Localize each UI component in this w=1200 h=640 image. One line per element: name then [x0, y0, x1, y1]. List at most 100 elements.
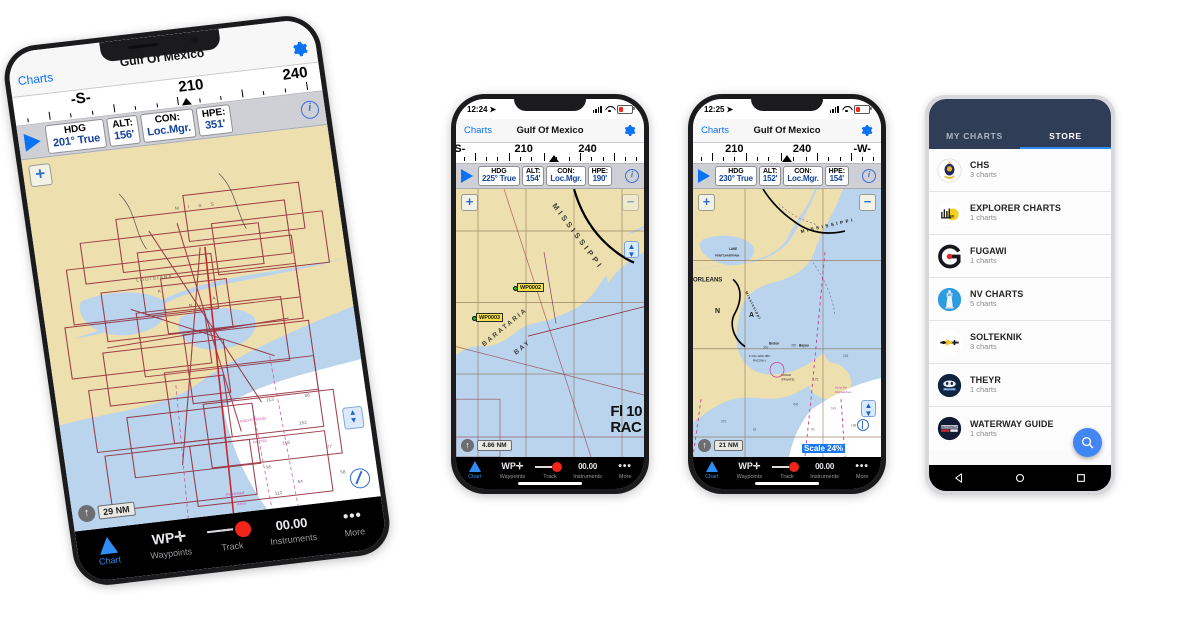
- zoom-out-button[interactable]: −: [622, 194, 639, 211]
- list-item[interactable]: ex EXPLORER CHARTS 1 charts: [929, 192, 1111, 235]
- list-item[interactable]: SOLTEKNIK 3 charts: [929, 321, 1111, 364]
- chart-map-catalog[interactable]: ANA L O U I S I A N A M I S S 113 152 118 …: [21, 124, 381, 532]
- svg-text:theyr.com: theyr.com: [944, 388, 955, 391]
- hpe-readout[interactable]: HPE: 154': [824, 166, 849, 186]
- hdg-readout[interactable]: HDG 230° True: [715, 166, 757, 186]
- instruments-value: 00.00: [578, 462, 598, 471]
- alt-value: 154': [525, 174, 541, 184]
- chart-count: 1 charts: [970, 213, 997, 223]
- triangle-boat-icon: [693, 460, 731, 473]
- list-item[interactable]: CHS 3 charts: [929, 149, 1111, 192]
- tab-track[interactable]: Track: [531, 460, 569, 480]
- chart-name: WATERWAY GUIDE: [970, 418, 1054, 429]
- con-value: Loc.Mgr.: [787, 174, 819, 184]
- pan-updown-control[interactable]: ▲ ▼: [341, 405, 365, 430]
- compass-ruler[interactable]: S- 210 240: [456, 143, 644, 164]
- tab-track[interactable]: Track: [198, 517, 264, 555]
- svg-text:108: 108: [851, 423, 856, 427]
- svg-text:N: N: [715, 307, 720, 315]
- north-arrow-icon[interactable]: ↑: [461, 439, 474, 452]
- tab-instruments[interactable]: 00.00 Instruments: [806, 460, 844, 480]
- svg-text:359: 359: [763, 346, 768, 350]
- chart-store-list[interactable]: CHS 3 charts ex EXPLORER CHARTS 1 charts…: [929, 149, 1111, 465]
- list-item[interactable]: NV CHARTS 5 charts: [929, 278, 1111, 321]
- pan-updown-control[interactable]: ▲ ▼: [861, 400, 876, 418]
- tab-instruments-label: Instruments: [810, 474, 839, 480]
- waypoint-plus-icon: WP✛: [501, 461, 524, 471]
- alt-readout[interactable]: ALT: 154': [521, 166, 545, 186]
- zoom-out-button[interactable]: −: [859, 194, 876, 211]
- tab-instruments[interactable]: 00.00 Instruments: [259, 510, 325, 548]
- status-time: 12:24: [467, 104, 488, 114]
- north-arrow-icon[interactable]: ↑: [698, 439, 711, 452]
- back-triangle-icon[interactable]: [954, 473, 965, 484]
- home-circle-icon[interactable]: [1014, 473, 1025, 484]
- play-button[interactable]: [23, 131, 42, 152]
- tab-waypoints[interactable]: WP✛ Waypoints: [137, 524, 203, 562]
- scale-value: 4.86 NM: [477, 440, 512, 451]
- tab-instruments[interactable]: 00.00 Instruments: [569, 460, 607, 480]
- north-arrow-icon[interactable]: ↑: [77, 504, 97, 523]
- svg-text:152: 152: [299, 420, 308, 426]
- zoom-in-button[interactable]: +: [461, 194, 478, 211]
- list-item[interactable]: theyr.com THEYR 1 charts: [929, 364, 1111, 407]
- cellular-icon: [829, 105, 839, 113]
- hdg-readout[interactable]: HDG 225° True: [478, 166, 520, 186]
- tab-more[interactable]: ••• More: [606, 460, 644, 480]
- chart-map-waypoints[interactable]: MISSISSIPPI BARATARIA BAY + − ▲ ▼ WP0002 …: [456, 189, 644, 457]
- alt-readout[interactable]: ALT: 156': [106, 115, 141, 147]
- alt-readout[interactable]: ALT: 152': [758, 166, 782, 186]
- tab-track-label: Track: [780, 474, 794, 480]
- con-readout[interactable]: CON: Loc.Mgr.: [783, 166, 823, 186]
- con-readout[interactable]: CON: Loc.Mgr.: [139, 108, 198, 143]
- charts-back-button[interactable]: Charts: [701, 125, 729, 136]
- tab-more[interactable]: ••• More: [321, 503, 387, 541]
- charts-back-button[interactable]: Charts: [464, 125, 492, 136]
- play-button[interactable]: [461, 169, 473, 183]
- waypoint-label[interactable]: WP0002: [517, 283, 545, 292]
- list-item[interactable]: FUGAWI 1 charts: [929, 235, 1111, 278]
- heading-marker-icon: [548, 155, 559, 162]
- info-icon[interactable]: i: [625, 169, 639, 183]
- phone-android-store: MY CHARTS STORE CHS 3 charts ex EXPLORER…: [925, 95, 1115, 495]
- tab-more[interactable]: ••• More: [843, 460, 881, 480]
- tab-chart-label: Chart: [705, 474, 719, 480]
- tab-track[interactable]: Track: [768, 460, 806, 480]
- compass-ruler[interactable]: 210 240 -W-: [693, 143, 881, 164]
- tab-chart[interactable]: Chart: [76, 531, 142, 569]
- alt-value: 156': [113, 128, 136, 143]
- tab-chart[interactable]: Chart: [693, 460, 731, 480]
- tab-store[interactable]: STORE: [1020, 123, 1111, 149]
- info-icon[interactable]: i: [299, 99, 321, 120]
- pan-updown-control[interactable]: ▲ ▼: [624, 241, 639, 259]
- svg-text:175: 175: [813, 377, 818, 381]
- hpe-readout[interactable]: HPE: 190': [587, 166, 612, 186]
- chart-map-scale[interactable]: MISSISSIPPI ORLEANS NA Mississippi LAKE P…: [693, 189, 881, 457]
- chart-count: 1 charts: [970, 256, 997, 266]
- hdg-readout[interactable]: HDG 201° True: [44, 119, 108, 154]
- tab-waypoints[interactable]: WP✛ Waypoints: [731, 460, 769, 480]
- tab-waypoints[interactable]: WP✛ Waypoints: [494, 460, 532, 480]
- svg-text:Bayou: Bayou: [799, 344, 809, 348]
- waypoint-label[interactable]: WP0003: [476, 313, 504, 322]
- play-button[interactable]: [698, 169, 710, 183]
- search-fab-button[interactable]: [1073, 428, 1102, 457]
- svg-text:A: A: [749, 311, 754, 319]
- gear-icon[interactable]: [290, 39, 309, 58]
- tab-chart[interactable]: Chart: [456, 460, 494, 480]
- gear-icon[interactable]: [860, 124, 873, 137]
- recents-square-icon[interactable]: [1075, 473, 1086, 484]
- charts-back-button[interactable]: Charts: [17, 70, 54, 88]
- tab-my-charts[interactable]: MY CHARTS: [929, 123, 1020, 149]
- chart-name: NV CHARTS: [970, 289, 1024, 300]
- zoom-in-button[interactable]: +: [698, 194, 715, 211]
- cellular-icon: [592, 105, 602, 113]
- chart-count: 5 charts: [970, 299, 997, 309]
- hpe-readout[interactable]: HPE: 351': [195, 104, 234, 137]
- con-readout[interactable]: CON: Loc.Mgr.: [546, 166, 586, 186]
- info-icon[interactable]: i: [862, 169, 876, 183]
- zoom-in-button[interactable]: +: [28, 163, 54, 188]
- gear-icon[interactable]: [623, 124, 636, 137]
- solteknik-icon: [937, 329, 962, 355]
- scale-percent-badge: Scale 24%: [802, 444, 846, 453]
